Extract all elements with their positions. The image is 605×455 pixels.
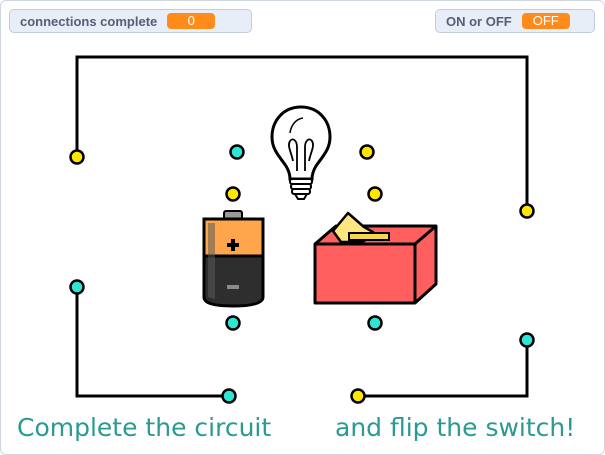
terminal-switch-bottom[interactable] — [367, 315, 383, 331]
terminal-bulb-left[interactable] — [229, 144, 245, 160]
terminal-right-bottom[interactable] — [519, 332, 535, 348]
caption-complete-circuit: Complete the circuit — [17, 413, 272, 442]
bottom-right-wire — [358, 340, 529, 398]
terminal-switch-top[interactable] — [367, 186, 383, 202]
terminal-battery-top[interactable] — [225, 186, 241, 202]
terminal-wire-bottom-left-end[interactable] — [221, 388, 237, 404]
caption-flip-switch: and flip the switch! — [335, 413, 576, 442]
battery-icon[interactable] — [202, 210, 265, 308]
terminal-right-top[interactable] — [519, 203, 535, 219]
bottom-left-wire — [75, 287, 229, 398]
terminal-battery-bottom[interactable] — [225, 315, 241, 331]
terminal-bulb-right[interactable] — [359, 144, 375, 160]
terminal-left-top[interactable] — [69, 149, 85, 165]
light-bulb-icon[interactable] — [270, 105, 332, 200]
terminal-left-bottom[interactable] — [69, 279, 85, 295]
toggle-switch-icon[interactable] — [313, 211, 438, 305]
circuit-scene — [69, 55, 535, 404]
stage: connections complete 0 ON or OFF OFF Com… — [0, 0, 605, 455]
terminal-wire-bottom-right-end[interactable] — [350, 388, 366, 404]
